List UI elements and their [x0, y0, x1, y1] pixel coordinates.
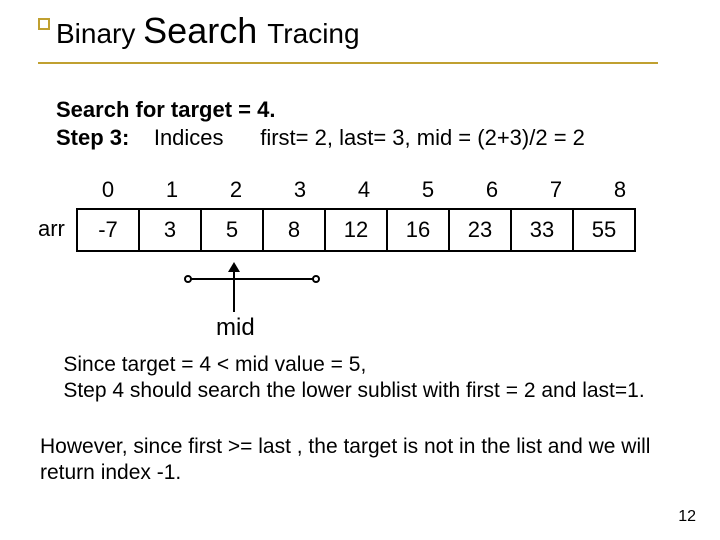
slide-title: Binary Search Tracing [56, 10, 678, 52]
step-rest: first= 2, last= 3, mid = (2+3)/2 = 2 [230, 125, 585, 150]
index-cell: 7 [524, 172, 588, 208]
value-row: -73581216233355 [76, 208, 636, 252]
step-word: Indices [135, 125, 223, 150]
mid-arrow-stem [233, 272, 235, 312]
title-part-2: Search [143, 10, 267, 51]
index-cell: 6 [460, 172, 524, 208]
index-row: 012345678 [76, 172, 652, 208]
title-part-1: Binary [56, 18, 143, 49]
title-underline [38, 62, 658, 64]
range-end-right [312, 275, 320, 283]
index-cell: 4 [332, 172, 396, 208]
range-end-left [184, 275, 192, 283]
value-cell: 3 [138, 208, 202, 252]
index-cell: 5 [396, 172, 460, 208]
value-cell: 12 [324, 208, 388, 252]
title-block: Binary Search Tracing [38, 10, 678, 52]
value-cell: 23 [448, 208, 512, 252]
target-line: Search for target = 4. [56, 96, 275, 124]
value-cell: 16 [386, 208, 450, 252]
explanation-paragraph-2: However, since first >= last , the targe… [40, 434, 680, 487]
value-cell: 55 [572, 208, 636, 252]
index-cell: 2 [204, 172, 268, 208]
value-cell: 8 [262, 208, 326, 252]
value-cell: -7 [76, 208, 140, 252]
value-cell: 5 [200, 208, 264, 252]
title-accent-square [38, 18, 50, 30]
index-cell: 3 [268, 172, 332, 208]
slide-number: 12 [678, 508, 696, 526]
range-line [188, 278, 316, 280]
index-cell: 8 [588, 172, 652, 208]
array-label: arr [38, 216, 65, 242]
value-cell: 33 [510, 208, 574, 252]
step-label: Step 3: [56, 125, 129, 150]
step-line: Step 3: Indices first= 2, last= 3, mid =… [56, 124, 585, 152]
title-part-3: Tracing [267, 18, 359, 49]
slide: Binary Search Tracing Search for target … [0, 0, 720, 540]
index-cell: 1 [140, 172, 204, 208]
mid-label: mid [216, 314, 255, 342]
explanation-paragraph-1: Since target = 4 < mid value = 5, Step 4… [40, 352, 680, 405]
index-cell: 0 [76, 172, 140, 208]
mid-arrow-head [228, 262, 240, 272]
